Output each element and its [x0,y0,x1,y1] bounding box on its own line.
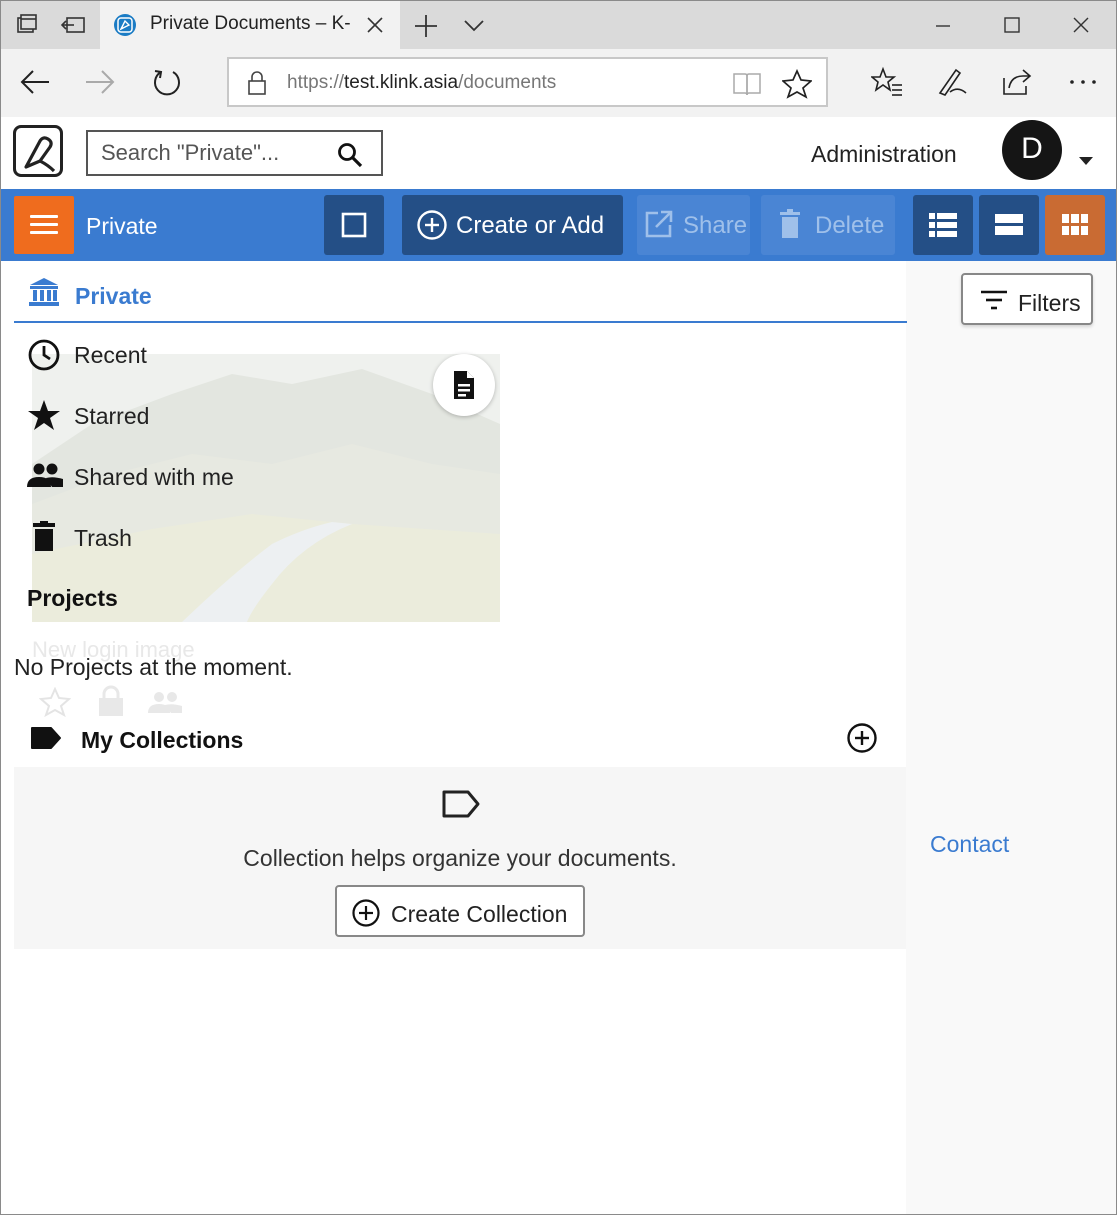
forward-arrow-icon[interactable] [84,67,116,102]
trash-icon [780,209,800,238]
add-favorite-star-icon[interactable] [780,68,814,104]
notes-pen-icon[interactable] [936,66,968,103]
menu-button[interactable] [14,196,74,254]
projects-empty-message: No Projects at the moment. [14,654,293,680]
browser-tab-bar: Private Documents – K- [1,1,1116,49]
star-outline-icon[interactable] [38,686,72,722]
filter-icon [981,290,1007,310]
collection-label-icon [30,726,62,755]
stream-view-icon [995,214,1023,235]
nav-item-label: Shared with me [74,464,234,490]
create-collection-button[interactable]: Create Collection [335,885,585,937]
clock-icon [28,339,60,371]
institution-icon [29,278,59,306]
tab-title: Private Documents – K- [150,13,351,34]
user-menu-caret-icon[interactable] [1079,157,1093,165]
private-lock-icon [98,685,124,722]
document-type-badge [433,354,495,416]
create-collection-label: Create Collection [391,901,568,927]
tab-actions-icon[interactable] [15,13,39,37]
cards-view-button[interactable] [979,195,1039,255]
tag-outline-icon [441,789,481,824]
tab-list-chevron-icon[interactable] [463,15,485,40]
create-or-add-button[interactable]: Create or Add [402,195,623,255]
more-options-icon[interactable] [1067,66,1099,103]
share-button[interactable]: Share [637,195,750,255]
delete-button[interactable]: Delete [761,195,895,255]
context-toolbar: Private Create or Add Share Delete [1,189,1116,261]
filters-label: Filters [1018,290,1081,316]
back-arrow-icon[interactable] [19,67,51,102]
url-path: /documents [458,72,557,93]
document-icon [454,371,474,399]
nav-private-header[interactable]: Private [14,271,907,323]
list-view-icon [929,213,957,237]
administration-link[interactable]: Administration [811,141,957,168]
url-text: https://test.klink.asia/documents [287,72,556,94]
url-field[interactable]: https://test.klink.asia/documents [227,57,828,107]
app-header: Administration D [1,117,1116,189]
search-icon[interactable] [337,142,363,173]
tiles-view-button[interactable] [1045,195,1105,255]
filters-button[interactable]: Filters [961,273,1093,325]
context-title: Private [86,213,158,239]
close-tab-icon[interactable] [364,14,386,41]
site-favicon-icon [114,14,136,36]
trash-icon [33,521,55,551]
details-view-button[interactable] [913,195,973,255]
url-host: test.klink.asia [344,72,459,93]
refresh-icon[interactable] [151,67,183,104]
add-collection-icon[interactable] [846,722,878,759]
share-external-icon [645,210,673,238]
right-sidebar [906,261,1116,1214]
shared-people-icon [147,691,183,718]
star-icon [28,400,60,430]
checkbox-icon [341,212,367,238]
nav-private-label: Private [75,283,152,309]
url-scheme: https:// [287,72,345,93]
favorites-list-icon[interactable] [869,66,903,103]
people-icon [27,463,63,487]
window-close-icon[interactable] [1069,13,1093,42]
grid-view-icon [1062,214,1088,235]
browser-address-bar: https://test.klink.asia/documents [1,49,1116,117]
projects-title: Projects [27,585,118,611]
collections-empty-panel: Collection helps organize your documents… [14,767,906,949]
collections-title: My Collections [81,727,244,753]
share-page-icon[interactable] [1001,66,1033,103]
add-circle-icon [352,899,380,927]
nav-item-label: Recent [74,342,147,368]
nav-item-label: Starred [74,403,150,429]
nav-item-label: Trash [74,525,132,551]
create-or-add-label: Create or Add [456,212,605,239]
share-label: Share [683,212,748,239]
lock-icon [247,70,267,101]
minimize-icon[interactable] [931,13,955,42]
maximize-icon[interactable] [1000,13,1024,42]
add-circle-icon [417,210,447,240]
hamburger-icon-bar [30,223,58,226]
search-box [86,130,383,176]
active-tab[interactable]: Private Documents – K- [100,1,400,49]
delete-label: Delete [815,212,885,239]
select-all-button[interactable] [324,195,384,255]
reading-view-icon[interactable] [732,71,762,102]
search-input[interactable] [88,132,328,174]
new-tab-icon[interactable] [413,13,439,44]
avatar[interactable]: D [1002,120,1062,180]
klink-logo-icon[interactable] [13,125,63,177]
set-tabs-aside-icon[interactable] [60,13,85,37]
hamburger-icon [30,215,58,218]
contact-link[interactable]: Contact [930,831,1009,858]
hamburger-icon-bar [30,231,58,234]
collections-empty-message: Collection helps organize your documents… [243,845,677,871]
